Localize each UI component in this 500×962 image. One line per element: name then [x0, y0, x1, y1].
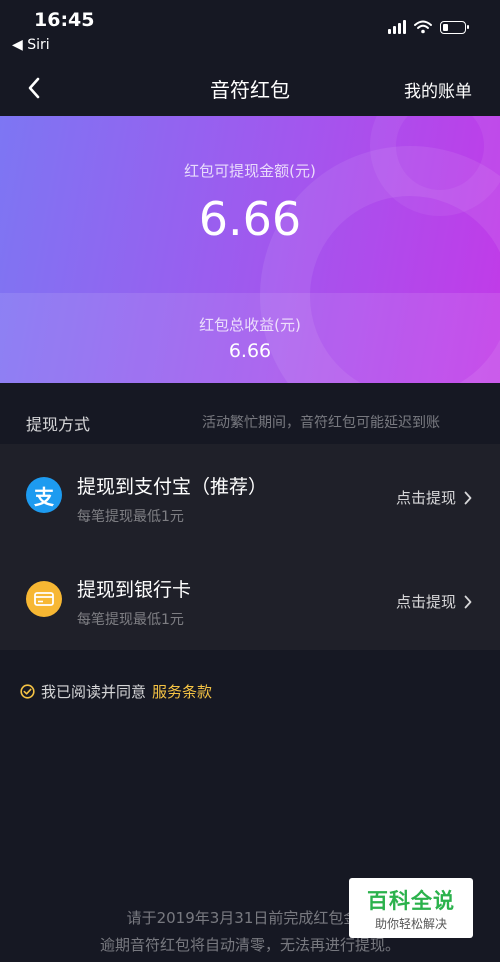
watermark-logo: 百科全说 助你轻松解决	[349, 878, 473, 938]
agree-checkbox[interactable]	[20, 684, 35, 699]
status-time: 16:45	[34, 9, 95, 31]
my-bill-button[interactable]: 我的账单	[404, 77, 472, 102]
alipay-minimum-note: 每笔提现最低1元	[77, 509, 184, 525]
wifi-icon	[414, 20, 432, 34]
chevron-right-icon	[464, 595, 472, 608]
withdraw-method-title: 提现方式	[26, 415, 91, 434]
withdraw-bank-card-row[interactable]: 提现到银行卡 每笔提现最低1元 点击提现	[0, 547, 500, 650]
signal-icon	[388, 20, 406, 34]
nav-bar: 音符红包 我的账单	[0, 60, 500, 116]
bank-card-method-name: 提现到银行卡	[77, 579, 192, 601]
alipay-icon: 支	[26, 477, 62, 513]
terms-of-service-link[interactable]: 服务条款	[152, 681, 212, 702]
terms-agreement: 我已阅读并同意 服务条款	[20, 681, 212, 702]
watermark-subtitle: 助你轻松解决	[374, 917, 447, 931]
delay-notice: 活动繁忙期间，音符红包可能延迟到账	[202, 415, 440, 431]
battery-icon	[440, 20, 469, 34]
chevron-right-icon	[464, 491, 472, 504]
bank-card-icon	[26, 581, 62, 617]
status-bar: 16:45 ◀ Siri	[0, 0, 500, 60]
check-circle-icon	[20, 684, 35, 699]
total-earnings-label: 红包总收益(元)	[199, 316, 301, 334]
bank-card-withdraw-button[interactable]: 点击提现	[396, 591, 472, 612]
bank-card-withdraw-label: 点击提现	[395, 593, 456, 611]
available-amount: 6.66	[198, 192, 302, 246]
total-earnings-amount: 6.66	[228, 340, 272, 362]
status-icons	[388, 20, 469, 34]
alipay-icon-glyph: 支	[34, 484, 54, 509]
alipay-withdraw-label: 点击提现	[395, 489, 456, 507]
bank-card-minimum-note: 每笔提现最低1元	[77, 612, 184, 628]
withdraw-alipay-row[interactable]: 支 提现到支付宝（推荐） 每笔提现最低1元 点击提现	[0, 444, 500, 547]
total-earnings-panel	[0, 293, 500, 383]
alipay-method-name: 提现到支付宝（推荐）	[77, 476, 268, 498]
watermark-title: 百科全说	[367, 889, 455, 913]
back-to-siri-link[interactable]: ◀ Siri	[12, 37, 50, 53]
withdraw-section-header: 提现方式 活动繁忙期间，音符红包可能延迟到账	[0, 396, 500, 444]
balance-card: 红包可提现金额(元) 6.66 红包总收益(元) 6.66	[0, 116, 500, 383]
withdraw-method-list: 支 提现到支付宝（推荐） 每笔提现最低1元 点击提现 提现到银行卡 每笔提现最低…	[0, 444, 500, 650]
available-amount-label: 红包可提现金额(元)	[184, 162, 316, 180]
alipay-withdraw-button[interactable]: 点击提现	[396, 487, 472, 508]
agree-text: 我已阅读并同意	[41, 683, 147, 701]
